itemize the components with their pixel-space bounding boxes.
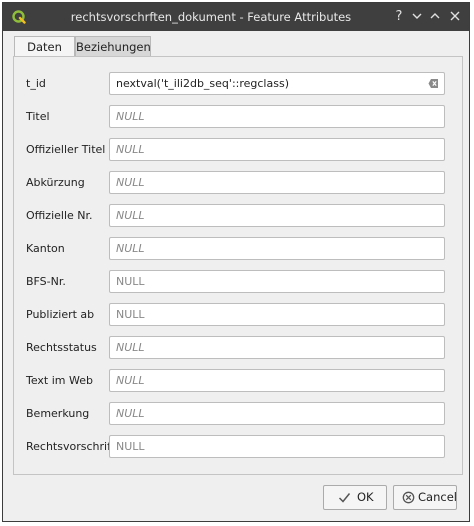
field-value: NULL	[116, 308, 145, 321]
cancel-button[interactable]: Cancel	[393, 485, 457, 510]
t-id-field[interactable]: nextval('t_ili2db_seq'::regclass)	[109, 72, 445, 95]
field-value: nextval('t_ili2db_seq'::regclass)	[116, 77, 289, 90]
publiziert-ab-field[interactable]: NULL	[109, 303, 445, 326]
form-row-kanton: Kanton NULL	[14, 237, 462, 261]
bfs-nr-field[interactable]: NULL	[109, 270, 445, 293]
field-label: Text im Web	[26, 374, 93, 387]
form-row-bemerkung: Bemerkung NULL	[14, 402, 462, 426]
field-label: Rechtsstatus	[26, 341, 97, 354]
form-row-offizieller-titel: Offizieller Titel NULL	[14, 138, 462, 162]
form-row-bfs-nr: BFS-Nr. NULL	[14, 270, 462, 294]
field-label: Abkürzung	[26, 176, 85, 189]
rechtsvorschrift-field[interactable]: NULL	[109, 435, 445, 458]
kanton-field[interactable]: NULL	[109, 237, 445, 260]
rechtsstatus-field[interactable]: NULL	[109, 336, 445, 359]
help-button[interactable]: ?	[391, 9, 407, 25]
field-value: NULL	[116, 176, 145, 189]
close-button[interactable]	[447, 9, 463, 25]
field-label: Bemerkung	[26, 407, 90, 420]
form-row-t-id: t_id nextval('t_ili2db_seq'::regclass)	[14, 72, 462, 96]
field-value: NULL	[116, 407, 145, 420]
offizieller-titel-field[interactable]: NULL	[109, 138, 445, 161]
field-label: Titel	[26, 110, 50, 123]
ok-button[interactable]: OK	[323, 485, 387, 510]
checkmark-icon	[338, 493, 351, 503]
chevron-down-icon	[412, 13, 422, 19]
minimize-button[interactable]	[409, 9, 425, 25]
chevron-up-icon	[430, 13, 440, 19]
maximize-button[interactable]	[427, 9, 443, 25]
bemerkung-field[interactable]: NULL	[109, 402, 445, 425]
help-icon: ?	[395, 9, 403, 24]
field-value: NULL	[116, 275, 145, 288]
close-icon	[450, 11, 460, 21]
feature-attributes-dialog: rechtsvorschrften_dokument - Feature Att…	[2, 2, 470, 522]
title-bar[interactable]: rechtsvorschrften_dokument - Feature Att…	[3, 3, 469, 31]
field-value: NULL	[116, 242, 145, 255]
field-value: NULL	[116, 110, 145, 123]
field-label: Offizieller Titel	[26, 143, 106, 156]
tab-daten[interactable]: Daten	[14, 36, 75, 57]
field-label: Offizielle Nr.	[26, 209, 93, 222]
form-row-text-im-web: Text im Web NULL	[14, 369, 462, 393]
abkuerzung-field[interactable]: NULL	[109, 171, 445, 194]
field-value: NULL	[116, 440, 145, 453]
form-row-publiziert-ab: Publiziert ab NULL	[14, 303, 462, 327]
clear-field-icon[interactable]	[428, 78, 439, 89]
cancel-circle-icon	[402, 491, 415, 504]
form-row-offizielle-nr: Offizielle Nr. NULL	[14, 204, 462, 228]
text-im-web-field[interactable]: NULL	[109, 369, 445, 392]
attribute-form: t_id nextval('t_ili2db_seq'::regclass) T…	[13, 56, 463, 475]
window-title: rechtsvorschrften_dokument - Feature Att…	[70, 10, 352, 24]
field-label: BFS-Nr.	[26, 275, 66, 288]
field-value: NULL	[116, 143, 145, 156]
form-row-rechtsvorschrift: Rechtsvorschrift NULL	[14, 435, 462, 459]
offizielle-nr-field[interactable]: NULL	[109, 204, 445, 227]
form-row-titel: Titel NULL	[14, 105, 462, 129]
tab-beziehungen[interactable]: Beziehungen	[75, 36, 151, 56]
field-label: t_id	[26, 77, 46, 90]
field-label: Rechtsvorschrift	[26, 440, 116, 453]
cancel-label: Cancel	[418, 490, 457, 504]
qgis-logo-icon	[12, 10, 26, 24]
field-value: NULL	[116, 209, 145, 222]
ok-label: OK	[357, 490, 374, 504]
field-label: Kanton	[26, 242, 65, 255]
form-row-abkuerzung: Abkürzung NULL	[14, 171, 462, 195]
titel-field[interactable]: NULL	[109, 105, 445, 128]
field-value: NULL	[116, 341, 145, 354]
field-label: Publiziert ab	[26, 308, 95, 321]
field-value: NULL	[116, 374, 145, 387]
form-row-rechtsstatus: Rechtsstatus NULL	[14, 336, 462, 360]
